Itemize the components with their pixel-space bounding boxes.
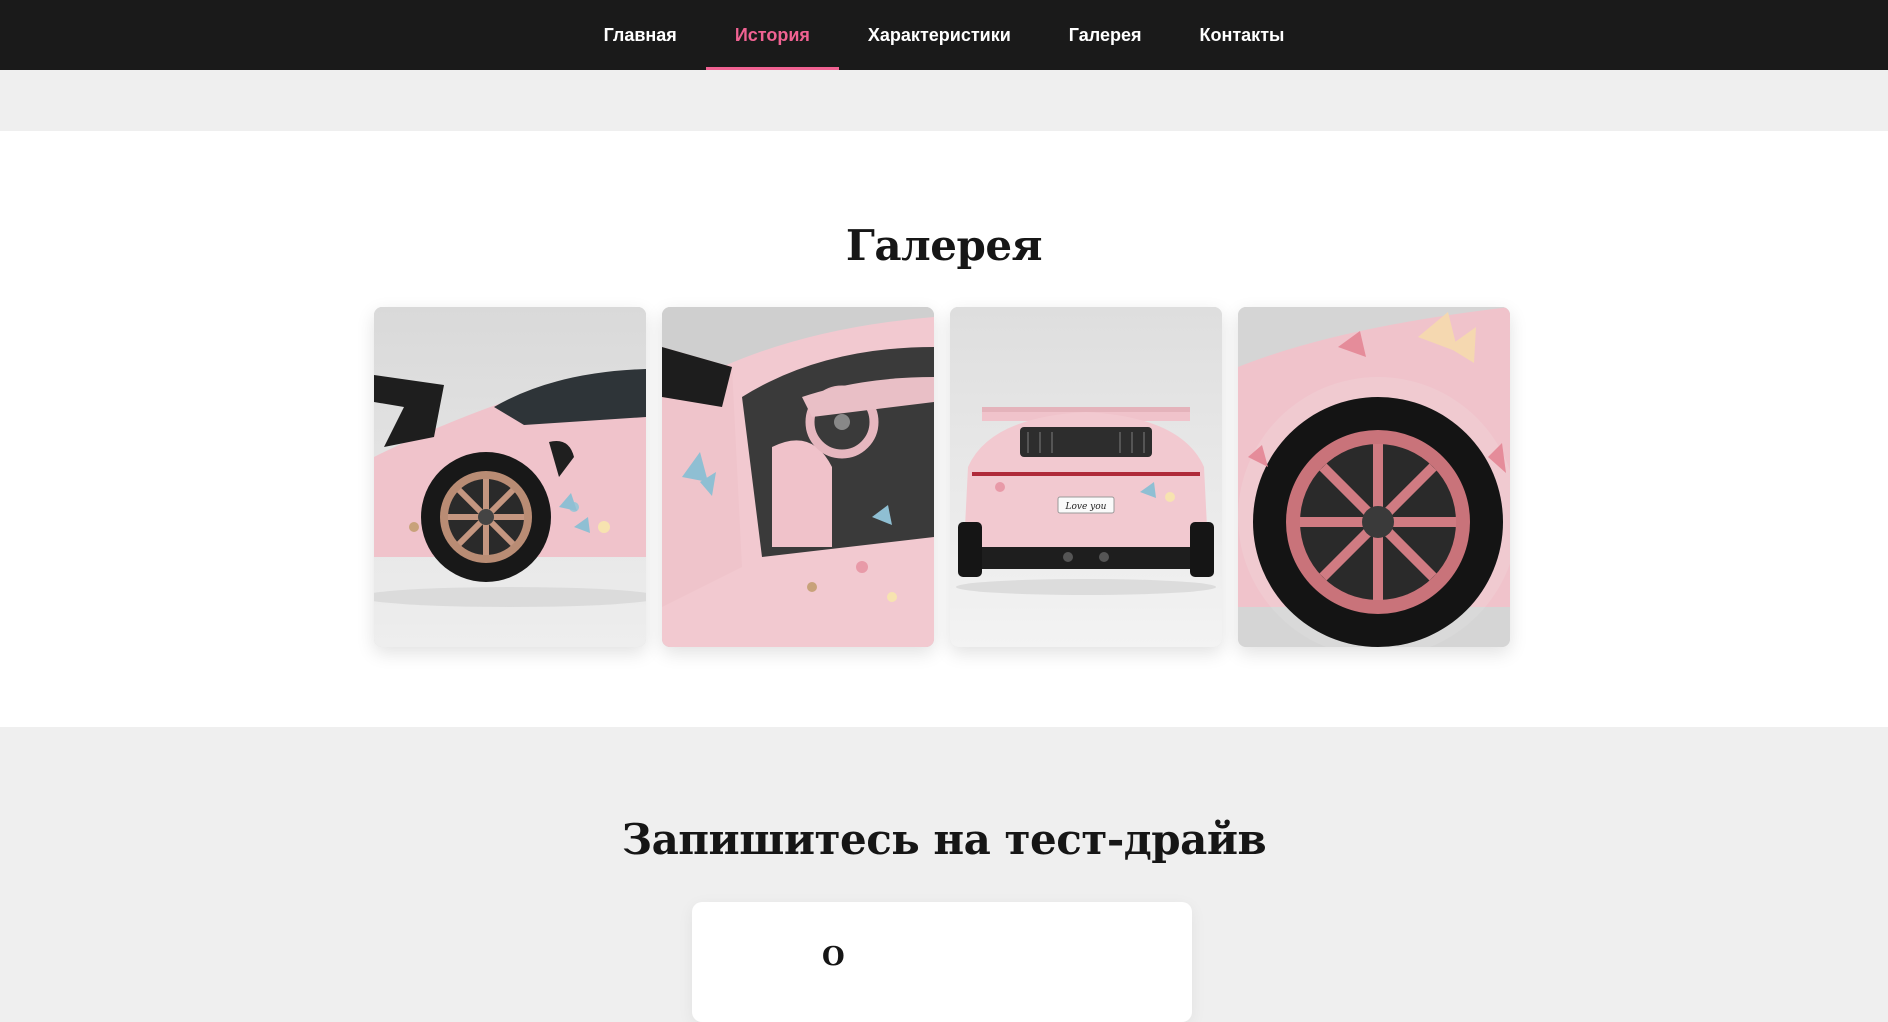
gallery-image-rear-view[interactable]: Love you: [950, 307, 1222, 647]
gallery-image-wheel-closeup[interactable]: [1238, 307, 1510, 647]
form-partial-label: О: [822, 942, 845, 972]
gallery-title: Галерея: [845, 221, 1043, 270]
nav-link-history[interactable]: История: [705, 0, 840, 70]
plate-text: Love you: [1065, 502, 1107, 512]
interior-car-image: [662, 307, 934, 647]
testdrive-section: Запишитесь на тест-драйв О: [0, 727, 1888, 1022]
testdrive-form-card: О: [692, 902, 1192, 1022]
rear-view-car-image: Love you: [950, 307, 1222, 647]
gallery-image-open-door-interior[interactable]: [662, 307, 934, 647]
nav-link-gallery[interactable]: Галерея: [1040, 0, 1171, 70]
gallery-section: Галерея Love you: [0, 131, 1888, 727]
nav-link-home[interactable]: Главная: [575, 0, 706, 70]
gallery-grid: Love you: [374, 307, 1510, 647]
gallery-image-rear-side[interactable]: [374, 307, 646, 647]
previous-section-band: [0, 70, 1888, 131]
nav-link-contacts[interactable]: Контакты: [1171, 0, 1314, 70]
rear-side-car-image: [374, 307, 646, 647]
nav-links: Главная История Характеристики Галерея К…: [0, 0, 1888, 70]
top-navbar: Главная История Характеристики Галерея К…: [0, 0, 1888, 70]
testdrive-title: Запишитесь на тест-драйв: [621, 815, 1267, 864]
wheel-closeup-image: [1238, 307, 1510, 647]
nav-link-specs[interactable]: Характеристики: [839, 0, 1040, 70]
